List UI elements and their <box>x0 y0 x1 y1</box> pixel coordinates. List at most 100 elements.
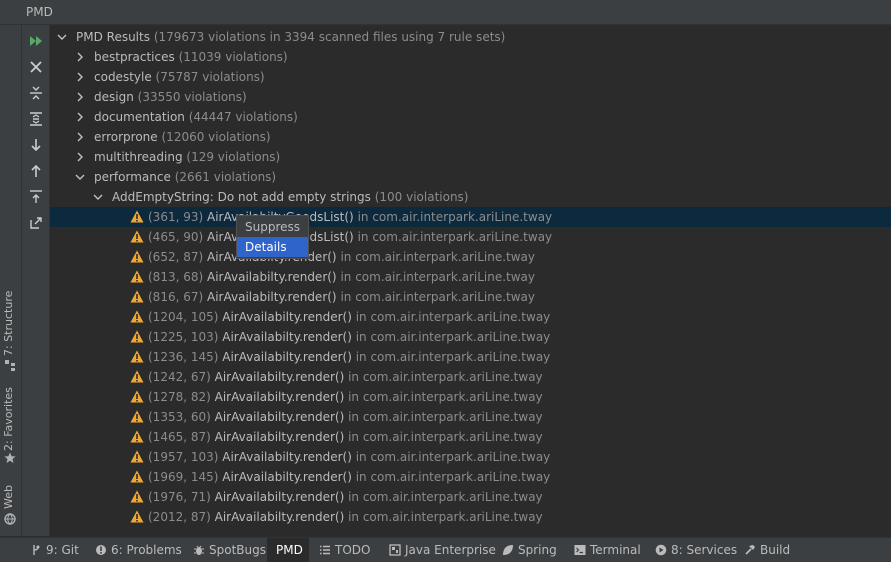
violation-position: (1278, 82) <box>148 390 211 404</box>
tab-git[interactable]: 9: Git <box>24 538 80 562</box>
tab-spotbugs[interactable]: SpotBugs <box>187 538 266 562</box>
pmd-results-tree[interactable]: PMD Results (179673 violations in 3394 s… <box>50 26 891 536</box>
violation-row[interactable]: (1957, 103) AirAvailabilty.render() in c… <box>50 447 891 467</box>
violation-location: in com.air.interpark.ariLine.tway <box>348 390 543 404</box>
arrow-up-icon[interactable] <box>28 163 44 179</box>
warning-icon <box>130 410 144 423</box>
violation-method: AirAvailabilty.render() <box>214 490 345 504</box>
list-icon <box>320 545 330 555</box>
chevron-right-icon[interactable] <box>74 151 86 163</box>
warning-icon <box>130 230 144 243</box>
category-row[interactable]: documentation (44447 violations) <box>50 107 891 127</box>
rule-row[interactable]: AddEmptyString: Do not add empty strings… <box>50 187 891 207</box>
tab-spotbugs-label: SpotBugs <box>209 543 266 557</box>
tab-pmd-label: PMD <box>276 543 303 557</box>
root-detail: (179673 violations in 3394 scanned files… <box>153 30 506 44</box>
hammer-icon <box>745 545 755 555</box>
violation-position: (1225, 103) <box>148 330 219 344</box>
collapse-all-icon[interactable] <box>28 85 44 101</box>
tab-pmd[interactable]: PMD <box>267 538 309 562</box>
violation-location: in com.air.interpark.ariLine.tway <box>348 430 543 444</box>
violation-row[interactable]: (1278, 82) AirAvailabilty.render() in co… <box>50 387 891 407</box>
violation-row[interactable]: (1353, 60) AirAvailabilty.render() in co… <box>50 407 891 427</box>
rule-count: (100 violations) <box>374 190 469 204</box>
violation-location: in com.air.interpark.ariLine.tway <box>357 210 553 224</box>
close-icon[interactable] <box>28 59 44 75</box>
tab-problems[interactable]: 6: Problems <box>89 538 182 562</box>
violation-position: (816, 67) <box>148 290 204 304</box>
tab-services[interactable]: 8: Services <box>649 538 737 562</box>
open-external-icon[interactable] <box>28 215 44 231</box>
category-count: (129 violations) <box>186 150 281 164</box>
tab-java-enterprise[interactable]: Java Enterprise <box>383 538 496 562</box>
export-icon[interactable] <box>28 189 44 205</box>
suppress-menu-item[interactable]: Suppress <box>237 217 308 237</box>
chevron-right-icon[interactable] <box>74 131 86 143</box>
run-icon[interactable] <box>28 33 44 49</box>
chevron-right-icon[interactable] <box>74 71 86 83</box>
tab-todo[interactable]: TODO <box>313 538 375 562</box>
category-name: bestpractices <box>94 50 175 64</box>
violation-row[interactable]: (2012, 87) AirAvailabilty.render() in co… <box>50 507 891 527</box>
violation-location: in com.air.interpark.ariLine.tway <box>357 230 553 244</box>
chevron-right-icon[interactable] <box>74 111 86 123</box>
web-tab[interactable]: Web <box>0 481 21 531</box>
category-row[interactable]: performance (2661 violations) <box>50 167 891 187</box>
violation-position: (1236, 145) <box>148 350 219 364</box>
category-row[interactable]: bestpractices (11039 violations) <box>50 47 891 67</box>
globe-icon <box>4 513 16 525</box>
warning-icon <box>130 490 144 503</box>
warning-icon <box>130 310 144 323</box>
violation-row[interactable]: (1242, 67) AirAvailabilty.render() in co… <box>50 367 891 387</box>
violation-location: in com.air.interpark.ariLine.tway <box>348 510 543 524</box>
violation-method: AirAvailabilty.render() <box>222 450 352 464</box>
category-name: errorprone <box>94 130 158 144</box>
violation-method: AirAvailabilty.render() <box>207 270 337 284</box>
structure-icon <box>5 360 15 371</box>
category-row[interactable]: design (33550 violations) <box>50 87 891 107</box>
violation-row[interactable]: (1236, 145) AirAvailabilty.render() in c… <box>50 347 891 367</box>
pmd-toolbar <box>22 25 50 536</box>
services-icon <box>655 544 667 556</box>
expand-all-icon[interactable] <box>28 111 44 127</box>
tab-spring-label: Spring <box>518 543 557 557</box>
violation-row[interactable]: (813, 68) AirAvailabilty.render() in com… <box>50 267 891 287</box>
chevron-right-icon[interactable] <box>74 91 86 103</box>
chevron-down-icon[interactable] <box>74 171 86 183</box>
violation-row[interactable]: (1465, 87) AirAvailabilty.render() in co… <box>50 427 891 447</box>
violation-row[interactable]: (1225, 103) AirAvailabilty.render() in c… <box>50 327 891 347</box>
violation-location: in com.air.interpark.ariLine.tway <box>340 270 536 284</box>
category-row[interactable]: codestyle (75787 violations) <box>50 67 891 87</box>
violation-row[interactable]: (465, 90) AirAvailabiltyGoodsList() in c… <box>50 227 891 247</box>
violation-row[interactable]: (361, 93) AirAvailabiltyGoodsList() in c… <box>50 207 891 227</box>
violation-position: (1957, 103) <box>148 450 219 464</box>
violation-position: (1204, 105) <box>148 310 219 324</box>
violation-row[interactable]: (816, 67) AirAvailabilty.render() in com… <box>50 287 891 307</box>
violation-row[interactable]: (1204, 105) AirAvailabilty.render() in c… <box>50 307 891 327</box>
tab-terminal[interactable]: Terminal <box>568 538 644 562</box>
violation-position: (1242, 67) <box>148 370 211 384</box>
details-menu-item[interactable]: Details <box>237 237 308 257</box>
violation-location: in com.air.interpark.ariLine.tway <box>355 330 551 344</box>
tab-spring[interactable]: Spring <box>496 538 560 562</box>
structure-tab[interactable]: 7: Structure <box>0 291 21 373</box>
favorites-tab[interactable]: 2: Favorites <box>0 387 21 468</box>
chevron-right-icon[interactable] <box>74 51 86 63</box>
chevron-down-icon[interactable] <box>92 191 104 203</box>
violation-location: in com.air.interpark.ariLine.tway <box>348 410 543 424</box>
category-row[interactable]: multithreading (129 violations) <box>50 147 891 167</box>
tab-build[interactable]: Build <box>738 538 796 562</box>
category-count: (2661 violations) <box>174 170 277 184</box>
context-menu: Suppress Details <box>236 215 309 259</box>
chevron-down-icon[interactable] <box>56 31 68 43</box>
category-row[interactable]: errorprone (12060 violations) <box>50 127 891 147</box>
category-count: (33550 violations) <box>137 90 247 104</box>
violation-row[interactable]: (1969, 145) AirAvailabilty.render() in c… <box>50 467 891 487</box>
category-name: performance <box>94 170 171 184</box>
arrow-down-icon[interactable] <box>28 137 44 153</box>
warning-icon <box>130 370 144 383</box>
tree-root-row[interactable]: PMD Results (179673 violations in 3394 s… <box>50 27 891 47</box>
violation-row[interactable]: (652, 87) AirAvailabilty.render() in com… <box>50 247 891 267</box>
violation-row[interactable]: (1976, 71) AirAvailabilty.render() in co… <box>50 487 891 507</box>
root-label: PMD Results <box>76 30 150 44</box>
